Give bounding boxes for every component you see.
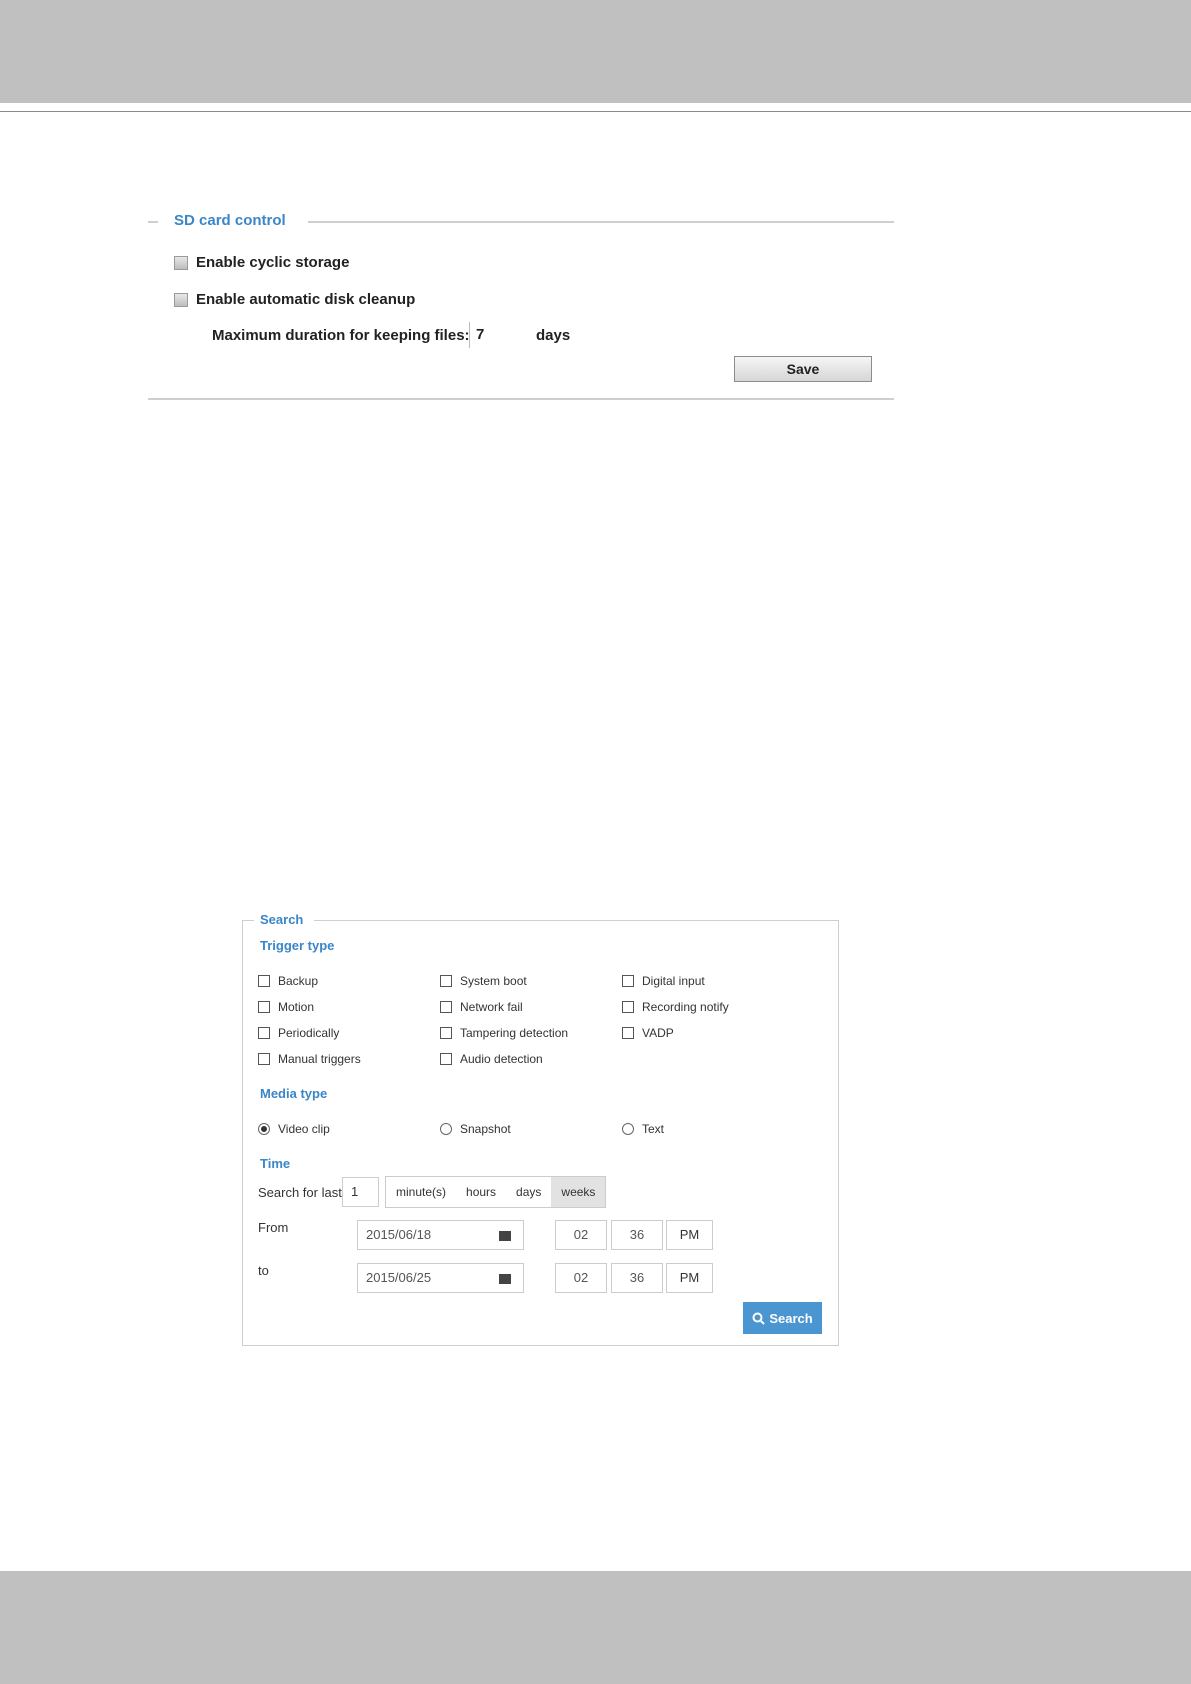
radio-button[interactable] bbox=[258, 1123, 270, 1135]
fieldset-border bbox=[148, 221, 158, 223]
unit-hours[interactable]: hours bbox=[456, 1177, 506, 1207]
trigger-backup[interactable]: Backup bbox=[258, 974, 318, 988]
search-frame bbox=[242, 920, 839, 1346]
search-for-last-input[interactable]: 1 bbox=[342, 1177, 379, 1207]
checkbox[interactable] bbox=[440, 975, 452, 987]
option-label: Backup bbox=[278, 974, 319, 988]
trigger-manual-triggers[interactable]: Manual triggers bbox=[258, 1052, 361, 1066]
option-label: Digital input bbox=[642, 974, 705, 988]
fieldset-border bbox=[308, 221, 894, 223]
fieldset-border bbox=[148, 398, 894, 400]
trigger-audio-detection[interactable]: Audio detection bbox=[440, 1052, 543, 1066]
radio-button[interactable] bbox=[622, 1123, 634, 1135]
option-label: Tampering detection bbox=[460, 1026, 569, 1040]
disk-cleanup-row: Enable automatic disk cleanup bbox=[174, 291, 415, 308]
checkbox[interactable] bbox=[622, 1027, 634, 1039]
checkbox[interactable] bbox=[622, 1001, 634, 1013]
from-date-input[interactable]: 2015/06/18 bbox=[357, 1220, 524, 1250]
search-button-label: Search bbox=[769, 1310, 813, 1326]
search-for-last-label: Search for last bbox=[258, 1185, 342, 1200]
save-button[interactable]: Save bbox=[734, 356, 872, 382]
option-label: Recording notify bbox=[642, 1000, 729, 1014]
media-text[interactable]: Text bbox=[622, 1122, 664, 1136]
trigger-vadp[interactable]: VADP bbox=[622, 1026, 674, 1040]
max-duration-label: Maximum duration for keeping files: bbox=[212, 327, 470, 344]
option-label: Manual triggers bbox=[278, 1052, 361, 1066]
trigger-motion[interactable]: Motion bbox=[258, 1000, 314, 1014]
header-divider bbox=[0, 111, 1191, 112]
option-label: Motion bbox=[278, 1000, 315, 1014]
to-label: to bbox=[258, 1263, 269, 1278]
checkbox[interactable] bbox=[258, 975, 270, 987]
search-legend: Search bbox=[260, 912, 304, 927]
checkbox[interactable] bbox=[622, 975, 634, 987]
to-ampm-button[interactable]: PM bbox=[666, 1263, 713, 1293]
to-minute-input[interactable]: 36 bbox=[611, 1263, 663, 1293]
unit-weeks[interactable]: weeks bbox=[551, 1177, 606, 1207]
days-label: days bbox=[536, 327, 571, 344]
trigger-recording-notify[interactable]: Recording notify bbox=[622, 1000, 729, 1014]
from-ampm-button[interactable]: PM bbox=[666, 1220, 713, 1250]
cyclic-storage-label: Enable cyclic storage bbox=[196, 254, 350, 271]
header-band bbox=[0, 0, 1191, 103]
option-label: System boot bbox=[460, 974, 527, 988]
search-icon bbox=[752, 1312, 766, 1325]
footer-band bbox=[0, 1571, 1191, 1684]
option-label: Network fail bbox=[460, 1000, 523, 1014]
media-snapshot[interactable]: Snapshot bbox=[440, 1122, 511, 1136]
time-unit-selector: minute(s) hours days weeks bbox=[385, 1176, 607, 1208]
unit-minutes[interactable]: minute(s) bbox=[386, 1177, 456, 1207]
cyclic-storage-checkbox[interactable] bbox=[174, 255, 188, 270]
to-date-input[interactable]: 2015/06/25 bbox=[357, 1263, 524, 1293]
unit-days[interactable]: days bbox=[506, 1177, 551, 1207]
checkbox[interactable] bbox=[440, 1053, 452, 1065]
to-date-value: 2015/06/25 bbox=[366, 1270, 432, 1285]
media-video-clip[interactable]: Video clip bbox=[258, 1122, 330, 1136]
time-title: Time bbox=[260, 1156, 291, 1171]
sd-card-control-panel: SD card control Enable cyclic storage En… bbox=[148, 210, 894, 400]
calendar-icon[interactable] bbox=[499, 1231, 511, 1241]
cyclic-storage-row: Enable cyclic storage bbox=[174, 254, 349, 271]
trigger-type-title: Trigger type bbox=[260, 938, 335, 953]
calendar-icon[interactable] bbox=[499, 1274, 511, 1284]
checkbox[interactable] bbox=[440, 1027, 452, 1039]
trigger-digital-input[interactable]: Digital input bbox=[622, 974, 705, 988]
checkbox[interactable] bbox=[258, 1027, 270, 1039]
checkbox[interactable] bbox=[440, 1001, 452, 1013]
option-label: Audio detection bbox=[460, 1052, 543, 1066]
option-label: VADP bbox=[642, 1026, 674, 1040]
from-minute-input[interactable]: 36 bbox=[611, 1220, 663, 1250]
search-panel: Search Trigger type Backup System boot D… bbox=[240, 912, 839, 1346]
checkbox[interactable] bbox=[258, 1053, 270, 1065]
trigger-system-boot[interactable]: System boot bbox=[440, 974, 527, 988]
option-label: Text bbox=[642, 1122, 665, 1136]
option-label: Periodically bbox=[278, 1026, 340, 1040]
from-date-value: 2015/06/18 bbox=[366, 1227, 432, 1242]
option-label: Video clip bbox=[278, 1122, 330, 1136]
option-label: Snapshot bbox=[460, 1122, 511, 1136]
checkbox[interactable] bbox=[258, 1001, 270, 1013]
fieldset-border bbox=[314, 920, 839, 921]
from-label: From bbox=[258, 1220, 289, 1235]
trigger-periodically[interactable]: Periodically bbox=[258, 1026, 339, 1040]
radio-button[interactable] bbox=[440, 1123, 452, 1135]
search-button[interactable]: Search bbox=[743, 1302, 822, 1334]
from-hour-input[interactable]: 02 bbox=[555, 1220, 607, 1250]
trigger-tampering-detection[interactable]: Tampering detection bbox=[440, 1026, 568, 1040]
max-duration-input[interactable]: 7 bbox=[469, 322, 531, 348]
trigger-network-fail[interactable]: Network fail bbox=[440, 1000, 523, 1014]
disk-cleanup-label: Enable automatic disk cleanup bbox=[196, 291, 416, 308]
fieldset-border bbox=[242, 920, 254, 921]
disk-cleanup-checkbox[interactable] bbox=[174, 292, 188, 307]
sd-card-control-legend: SD card control bbox=[174, 212, 286, 229]
media-type-title: Media type bbox=[260, 1086, 328, 1101]
to-hour-input[interactable]: 02 bbox=[555, 1263, 607, 1293]
